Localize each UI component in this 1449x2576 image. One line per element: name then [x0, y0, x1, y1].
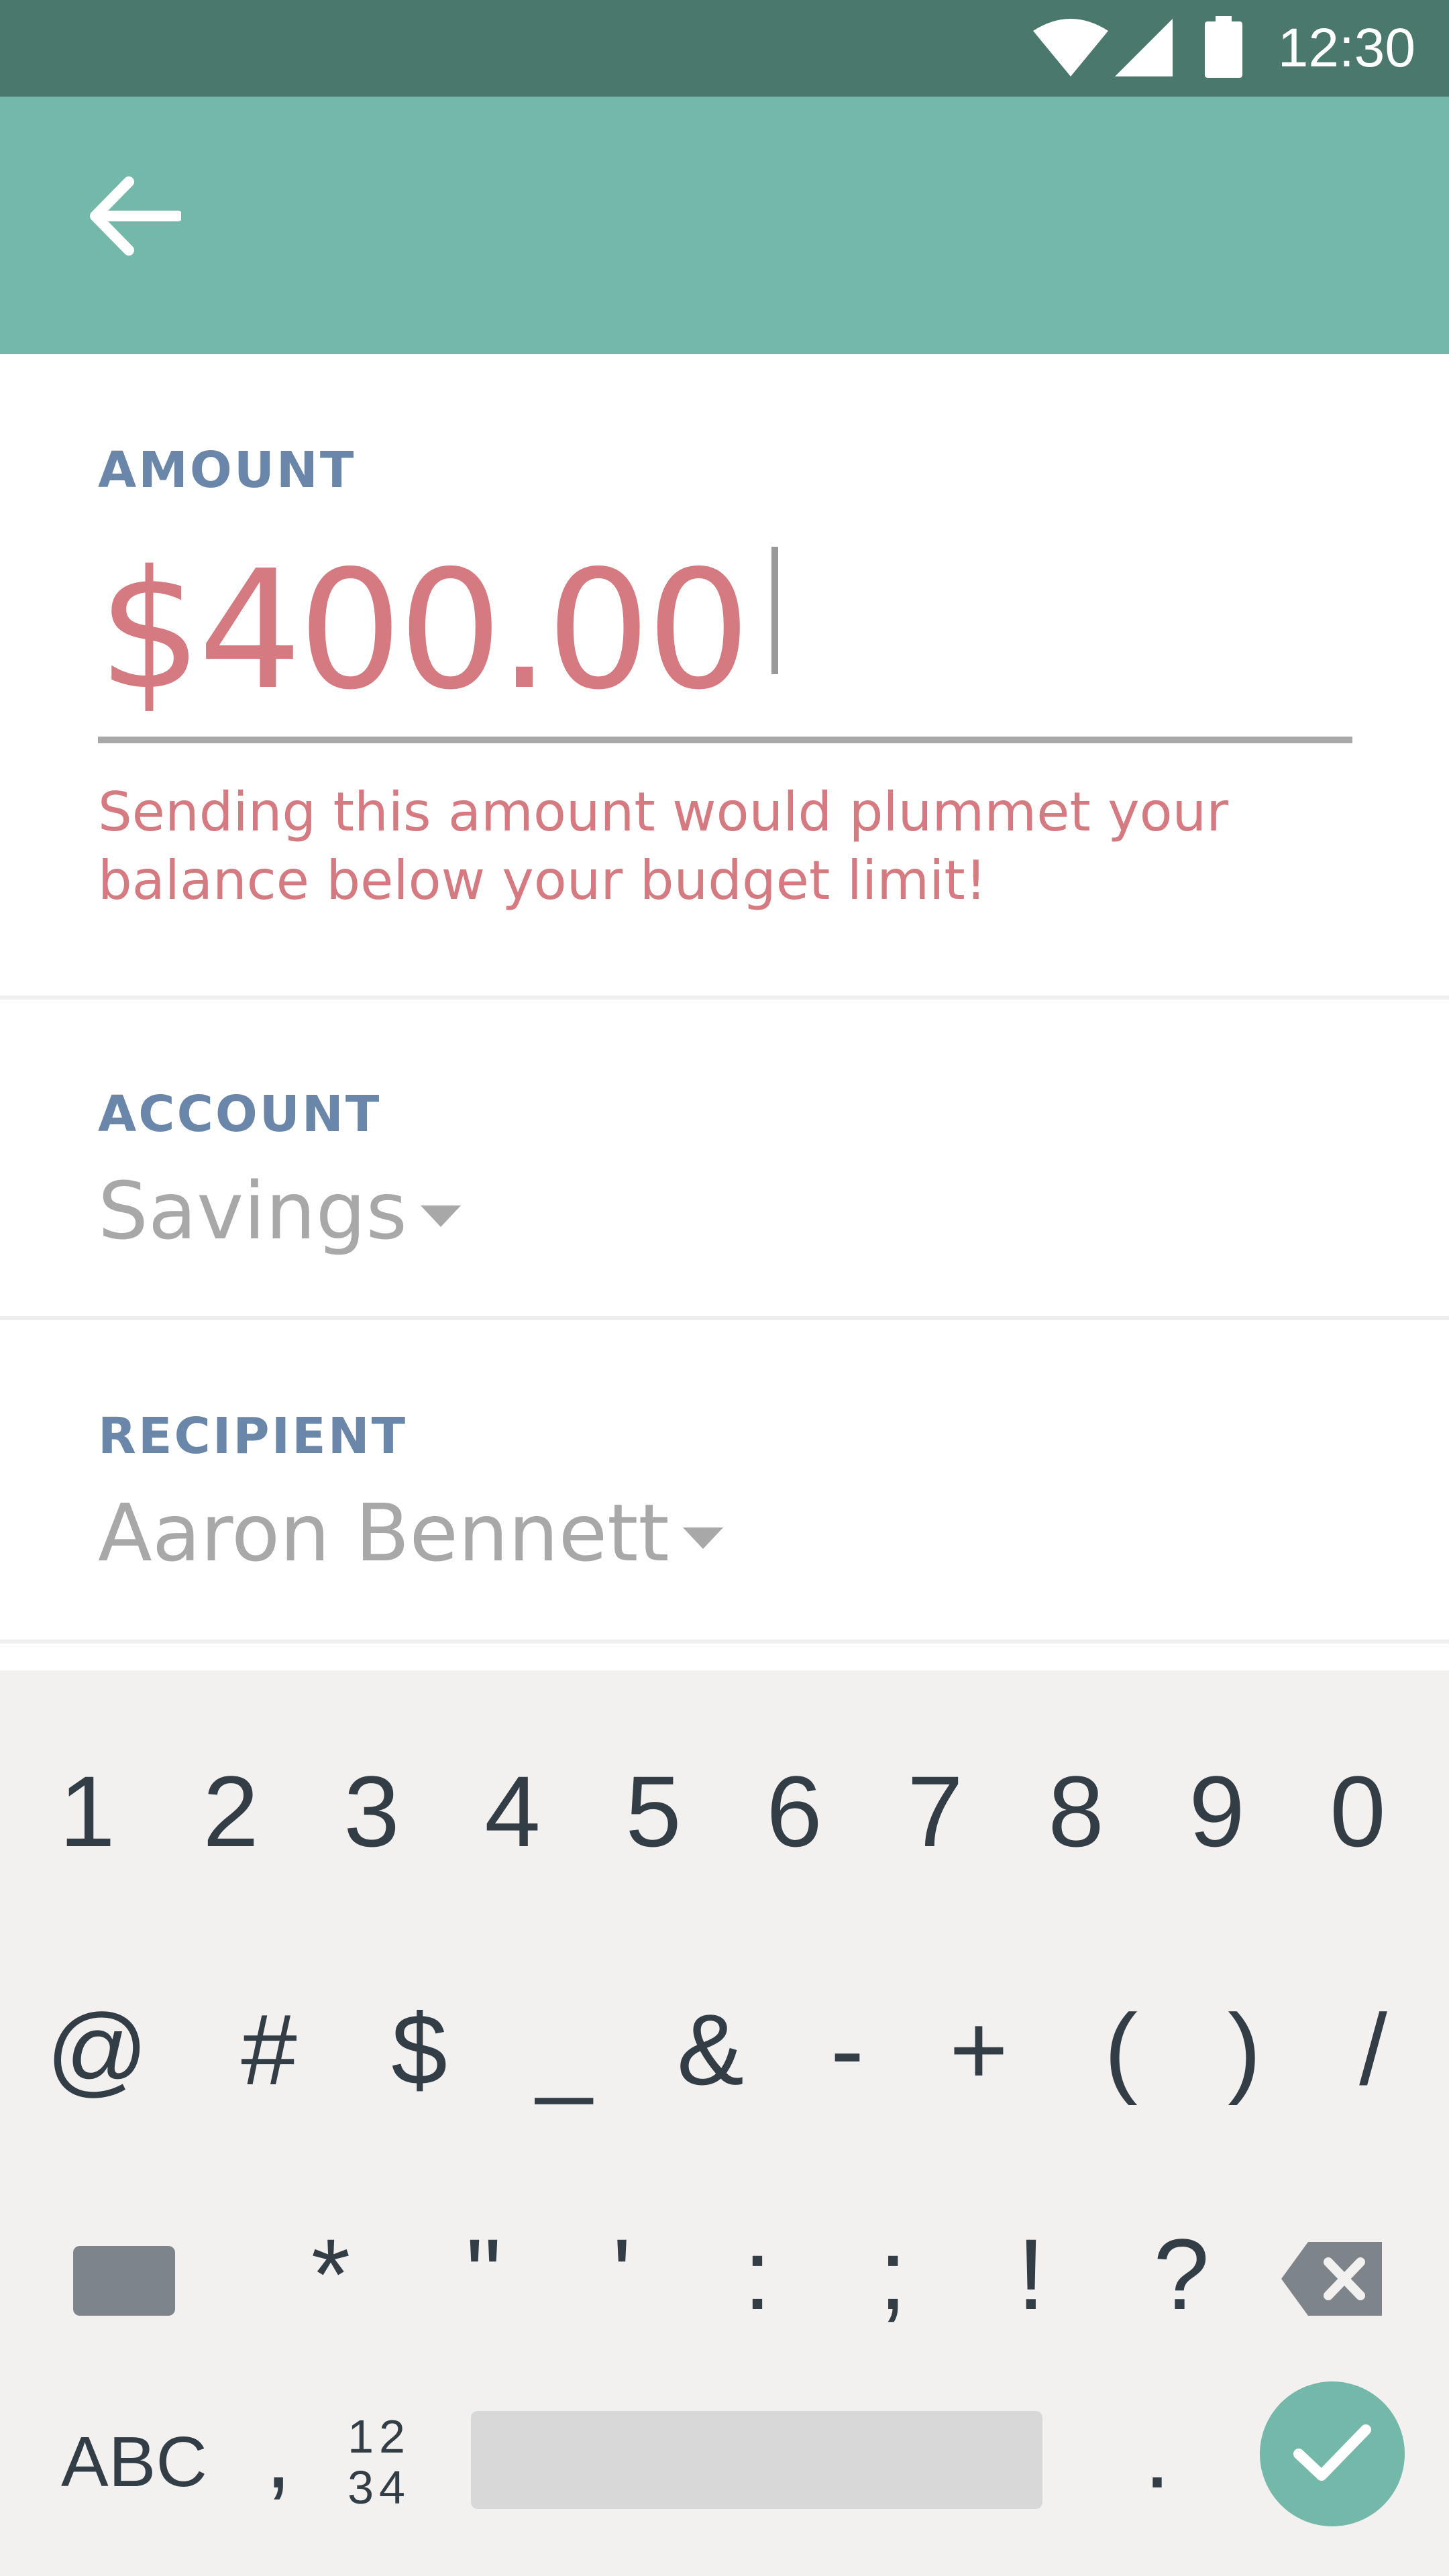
key-4[interactable]: 4: [459, 1744, 566, 1878]
done-button[interactable]: [1260, 2381, 1405, 2526]
divider: [0, 1640, 1449, 1644]
status-bar: 12:30: [0, 0, 1449, 97]
key-slash[interactable]: /: [1316, 1982, 1430, 2116]
key-9[interactable]: 9: [1163, 1744, 1271, 1878]
account-dropdown[interactable]: Savings: [98, 1161, 461, 1261]
key-close-paren[interactable]: ): [1187, 1982, 1301, 2116]
key-3[interactable]: 3: [318, 1744, 425, 1878]
account-value: Savings: [98, 1165, 407, 1257]
account-label: ACCOUNT: [98, 1085, 382, 1143]
amount-error-message: Sending this amount would plummet your b…: [98, 781, 1229, 912]
recipient-label: RECIPIENT: [98, 1407, 408, 1465]
arrow-left-icon: [87, 172, 183, 263]
recipient-dropdown[interactable]: Aaron Bennett: [98, 1483, 723, 1583]
keyboard-switch-button[interactable]: [60, 2220, 188, 2341]
key-semicolon[interactable]: ;: [836, 2207, 950, 2341]
amount-label: AMOUNT: [98, 441, 356, 499]
amount-underline: [98, 737, 1352, 743]
number-toggle-key[interactable]: 12 34: [322, 2402, 436, 2522]
caret-down-icon: [421, 1205, 461, 1230]
number-toggle-top: 12: [347, 2410, 411, 2463]
signal-icon: [1115, 19, 1173, 80]
check-icon: [1292, 2420, 1373, 2488]
text-caret: [771, 547, 778, 674]
key-underscore[interactable]: _: [507, 1982, 621, 2116]
recipient-value: Aaron Bennett: [98, 1487, 669, 1579]
symbol-keyboard: 1 2 3 4 5 6 7 8 9 0 @ # $ _ & - + ( ) / …: [0, 1670, 1449, 2576]
caret-down-icon: [682, 1527, 723, 1552]
status-time: 12:30: [1277, 17, 1415, 78]
key-plus[interactable]: +: [922, 1982, 1036, 2116]
key-minus[interactable]: -: [790, 1982, 904, 2116]
key-2[interactable]: 2: [177, 1744, 284, 1878]
key-hash[interactable]: #: [212, 1982, 326, 2116]
key-colon[interactable]: :: [700, 2207, 814, 2341]
key-apostrophe[interactable]: ': [565, 2207, 679, 2341]
key-8[interactable]: 8: [1022, 1744, 1130, 1878]
key-double-quote[interactable]: ": [427, 2207, 541, 2341]
abc-key[interactable]: ABC: [54, 2402, 215, 2522]
keyboard-icon: [73, 2223, 175, 2339]
key-asterisk[interactable]: *: [274, 2207, 388, 2341]
divider: [0, 996, 1449, 1000]
key-open-paren[interactable]: (: [1064, 1982, 1178, 2116]
backspace-key[interactable]: [1268, 2220, 1395, 2341]
key-ampersand[interactable]: &: [653, 1982, 767, 2116]
back-button[interactable]: [74, 157, 195, 278]
key-exclamation[interactable]: !: [974, 2207, 1088, 2341]
key-5[interactable]: 5: [600, 1744, 707, 1878]
space-key[interactable]: [471, 2411, 1042, 2509]
key-1[interactable]: 1: [34, 1744, 141, 1878]
key-dollar[interactable]: $: [362, 1982, 476, 2116]
wifi-icon: [1033, 19, 1108, 80]
divider: [0, 1316, 1449, 1320]
key-0[interactable]: 0: [1304, 1744, 1411, 1878]
key-period[interactable]: .: [1100, 2388, 1214, 2522]
backspace-icon: [1281, 2223, 1382, 2339]
key-at[interactable]: @: [40, 1982, 154, 2116]
amount-input[interactable]: [98, 517, 1352, 745]
battery-icon: [1205, 16, 1242, 81]
key-7[interactable]: 7: [881, 1744, 989, 1878]
key-6[interactable]: 6: [741, 1744, 848, 1878]
key-comma[interactable]: ,: [235, 2388, 322, 2522]
key-question[interactable]: ?: [1124, 2207, 1238, 2341]
app-bar: [0, 97, 1449, 354]
number-toggle-bottom: 34: [347, 2461, 411, 2514]
